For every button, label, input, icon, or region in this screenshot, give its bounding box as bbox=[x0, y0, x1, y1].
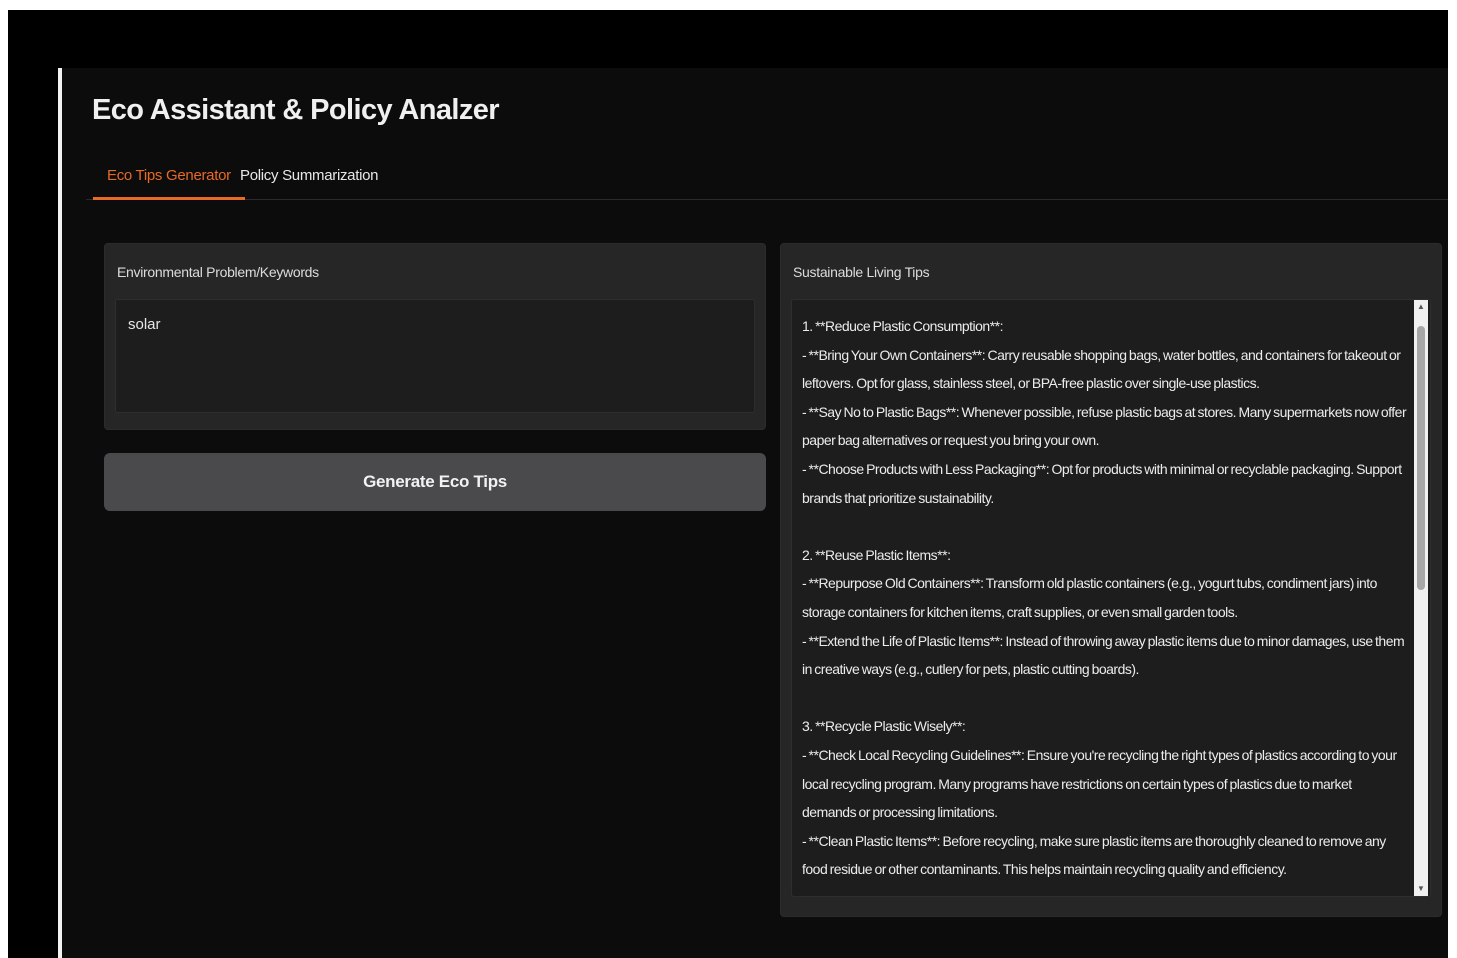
app-container: Eco Assistant & Policy Analzer Eco Tips … bbox=[62, 68, 1448, 958]
tab-policy-summarization[interactable]: Policy Summarization bbox=[226, 158, 392, 200]
tips-line: - **Repurpose Old Containers**: Transfor… bbox=[802, 575, 1377, 620]
tips-line: - **Extend the Life of Plastic Items**: … bbox=[802, 632, 1405, 678]
tips-spacer bbox=[802, 684, 1408, 713]
tips-line: - **Check Local Recycling Guidelines**: … bbox=[802, 746, 1397, 821]
tips-line: 2. **Reuse Plastic Items**: bbox=[802, 546, 951, 563]
input-label: Environmental Problem/Keywords bbox=[117, 264, 319, 280]
output-panel: Sustainable Living Tips 1. **Reduce Plas… bbox=[780, 243, 1442, 917]
tips-spacer bbox=[802, 512, 1408, 541]
tips-line: 1. **Reduce Plastic Consumption**: bbox=[802, 318, 1004, 334]
keywords-input[interactable] bbox=[115, 299, 755, 413]
tips-line: - **Bring Your Own Containers**: Carry r… bbox=[802, 346, 1401, 392]
output-label: Sustainable Living Tips bbox=[793, 264, 930, 280]
tips-line: - **Choose Products with Less Packaging*… bbox=[802, 460, 1402, 506]
generate-eco-tips-button[interactable]: Generate Eco Tips bbox=[104, 453, 766, 511]
tips-output[interactable]: 1. **Reduce Plastic Consumption**: - **B… bbox=[791, 299, 1431, 897]
tab-eco-tips-generator[interactable]: Eco Tips Generator bbox=[93, 158, 245, 200]
tips-line: - **Say No to Plastic Bags**: Whenever p… bbox=[802, 403, 1407, 449]
tips-text: 1. **Reduce Plastic Consumption**: - **B… bbox=[802, 312, 1408, 884]
page-title: Eco Assistant & Policy Analzer bbox=[92, 94, 500, 126]
tips-line: 3. **Recycle Plastic Wisely**: bbox=[802, 718, 966, 735]
tips-scrollbar[interactable]: ▲ ▼ bbox=[1414, 300, 1428, 896]
screen: Eco Assistant & Policy Analzer Eco Tips … bbox=[8, 10, 1448, 958]
tab-bar: Eco Tips Generator Policy Summarization bbox=[86, 158, 1448, 200]
scroll-thumb[interactable] bbox=[1417, 326, 1425, 590]
input-panel: Environmental Problem/Keywords bbox=[104, 243, 766, 430]
scroll-up-arrow-icon[interactable]: ▲ bbox=[1414, 300, 1428, 314]
scroll-down-arrow-icon[interactable]: ▼ bbox=[1414, 882, 1428, 896]
tips-line: - **Clean Plastic Items**: Before recycl… bbox=[802, 832, 1386, 878]
